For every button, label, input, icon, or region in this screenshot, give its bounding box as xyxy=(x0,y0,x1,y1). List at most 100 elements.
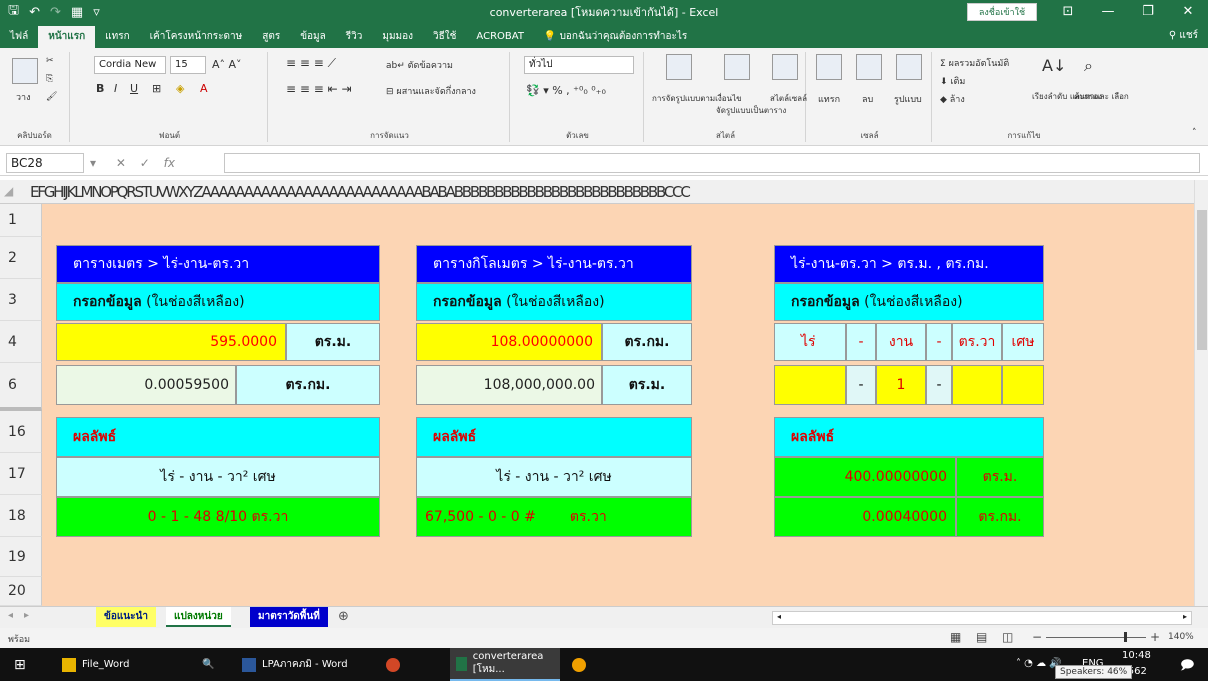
tab-formulas[interactable]: สูตร xyxy=(252,26,290,48)
font-name-select[interactable]: Cordia New xyxy=(94,56,166,74)
page-break-view-icon[interactable]: ◫ xyxy=(1002,630,1013,644)
format-painter-icon[interactable]: 🖌 xyxy=(46,92,57,102)
format-table-icon[interactable] xyxy=(724,54,750,80)
name-box[interactable]: BC28 xyxy=(6,153,84,173)
row-header[interactable]: 18 xyxy=(0,495,42,537)
insert-cells-icon[interactable] xyxy=(816,54,842,80)
borders-icon[interactable]: ⊞ xyxy=(152,82,161,95)
customize-toolbar-icon[interactable]: ▿ xyxy=(93,5,100,20)
start-button[interactable]: ⊞ xyxy=(8,648,32,681)
format-table-label[interactable]: จัดรูปแบบเป็นตาราง xyxy=(716,104,786,117)
align-horizontal-icons[interactable]: ≡ ≡ ≡ ⇤ ⇥ xyxy=(286,82,352,96)
tell-me-search[interactable]: 💡 บอกฉันว่าคุณต้องการทำอะไร xyxy=(534,26,697,48)
page-layout-view-icon[interactable]: ▤ xyxy=(976,630,987,644)
taskbar-file-word[interactable]: File_Word xyxy=(56,648,135,681)
tab-review[interactable]: รีวิว xyxy=(336,26,373,48)
row-header[interactable]: 17 xyxy=(0,453,42,495)
row-header[interactable]: 1 xyxy=(0,204,42,237)
dropdown-icon[interactable]: ▾ xyxy=(90,156,96,170)
row-header[interactable]: 6 xyxy=(0,363,42,411)
sheet-tab-convert[interactable]: แปลงหน่วย xyxy=(166,607,231,627)
row-header[interactable]: 4 xyxy=(0,321,42,363)
table3-input-sed[interactable] xyxy=(1002,365,1044,405)
merge-center-button[interactable]: ⊟ ผสานและจัดกึ่งกลาง xyxy=(386,84,476,98)
sort-filter-icon[interactable]: A↓ xyxy=(1042,56,1066,75)
tab-page-layout[interactable]: เค้าโครงหน้ากระดาษ xyxy=(140,26,253,48)
table2-km2-input[interactable]: 108.00000000 xyxy=(416,323,602,361)
table3-input-rai[interactable] xyxy=(774,365,846,405)
tab-help[interactable]: วิธีใช้ xyxy=(423,26,466,48)
sign-in-button[interactable]: ลงชื่อเข้าใช้ xyxy=(967,3,1037,21)
format-cells-icon[interactable] xyxy=(896,54,922,80)
row-header[interactable]: 20 xyxy=(0,577,42,606)
wrap-text-button[interactable]: ab↵ ตัดข้อความ xyxy=(386,58,453,72)
delete-cells-icon[interactable] xyxy=(856,54,882,80)
worksheet-grid[interactable]: ตารางเมตร > ไร่-งาน-ตร.วา กรอกข้อมูล (ใน… xyxy=(42,204,1194,606)
row-header[interactable]: 2 xyxy=(0,237,42,279)
tab-file[interactable]: ไฟล์ xyxy=(0,26,38,48)
zoom-slider[interactable] xyxy=(1046,637,1146,638)
vertical-scroll-thumb[interactable] xyxy=(1197,210,1207,350)
number-format-icons[interactable]: 💱 ▾ % , ⁺⁰₀ ⁰₊₀ xyxy=(526,84,606,97)
cut-icon[interactable]: ✂ xyxy=(46,56,54,66)
tab-acrobat[interactable]: ACROBAT xyxy=(466,26,534,48)
fill-button[interactable]: ⬇ เติม xyxy=(940,74,965,88)
taskbar-chrome[interactable] xyxy=(566,648,592,681)
tab-data[interactable]: ข้อมูล xyxy=(290,26,336,48)
enter-icon[interactable]: ✓ xyxy=(140,156,150,170)
row-header[interactable]: 19 xyxy=(0,537,42,577)
zoom-slider-thumb[interactable] xyxy=(1124,632,1127,642)
undo-icon[interactable]: ↶ xyxy=(29,5,40,20)
cell-styles-label[interactable]: สไตล์เซลล์ xyxy=(770,92,807,105)
table3-input-ngan[interactable]: 1 xyxy=(876,365,926,405)
zoom-out-icon[interactable]: − xyxy=(1032,630,1042,644)
tab-insert[interactable]: แทรก xyxy=(95,26,139,48)
scroll-tabs-left-icon[interactable]: ◂ xyxy=(8,610,13,621)
close-button[interactable]: ✕ xyxy=(1168,0,1208,24)
row-header[interactable]: 16 xyxy=(0,411,42,453)
zoom-level[interactable]: 140% xyxy=(1168,632,1194,642)
cancel-icon[interactable]: ✕ xyxy=(116,156,126,170)
font-size-select[interactable]: 15 xyxy=(170,56,206,74)
taskbar-word[interactable]: LPAภาคภมิ - Word xyxy=(236,648,354,681)
normal-view-icon[interactable]: ▦ xyxy=(950,630,961,644)
save-icon[interactable]: 🖫 xyxy=(8,1,19,23)
zoom-in-icon[interactable]: + xyxy=(1150,630,1160,644)
copy-icon[interactable]: ⎘ xyxy=(46,74,53,84)
table3-input-wa[interactable] xyxy=(952,365,1002,405)
restore-button[interactable]: ❐ xyxy=(1128,0,1168,24)
add-sheet-icon[interactable]: ⊕ xyxy=(338,609,349,624)
formula-input[interactable] xyxy=(224,153,1200,173)
cell-styles-icon[interactable] xyxy=(772,54,798,80)
share-button[interactable]: ⚲ แชร์ xyxy=(1169,28,1198,43)
vertical-scrollbar[interactable] xyxy=(1194,180,1208,606)
italic-button[interactable]: I xyxy=(114,82,117,95)
taskbar-excel[interactable]: converterarea [โหม... xyxy=(450,648,560,681)
collapse-ribbon-icon[interactable]: ˄ xyxy=(1192,128,1197,138)
redo-icon[interactable]: ↷ xyxy=(50,5,61,20)
find-icon[interactable]: ⌕ xyxy=(1084,56,1093,76)
horizontal-scrollbar[interactable]: ◂ ▸ xyxy=(772,611,1192,625)
autosum-button[interactable]: Σ ผลรวมอัตโนมัติ xyxy=(940,56,1009,70)
tab-view[interactable]: มุมมอง xyxy=(372,26,423,48)
taskbar-powerpoint[interactable] xyxy=(380,648,406,681)
table1-m2-input[interactable]: 595.0000 xyxy=(56,323,286,361)
insert-label[interactable]: แทรก xyxy=(818,92,840,106)
font-size-buttons[interactable]: A˄ A˅ xyxy=(212,58,242,71)
font-color-icon[interactable]: A xyxy=(200,82,208,95)
notification-icon[interactable]: 🗩 xyxy=(1180,656,1194,678)
bold-button[interactable]: B xyxy=(96,82,104,95)
underline-button[interactable]: U xyxy=(130,82,138,95)
find-select-label[interactable]: ค้นหาและ เลือก xyxy=(1074,90,1129,103)
scroll-left-icon[interactable]: ◂ xyxy=(773,612,785,624)
ribbon-display-options-icon[interactable]: ⊡ xyxy=(1048,0,1088,24)
format-label[interactable]: รูปแบบ xyxy=(894,92,922,106)
minimize-button[interactable]: — xyxy=(1088,0,1128,24)
insert-function-icon[interactable]: fx xyxy=(164,156,175,170)
select-all-icon[interactable]: ◢ xyxy=(4,184,13,198)
scroll-tabs-right-icon[interactable]: ▸ xyxy=(24,610,29,621)
clock-time[interactable]: 10:48 xyxy=(1122,650,1151,661)
number-format-select[interactable]: ทั่วไป xyxy=(524,56,634,74)
fill-color-icon[interactable]: ◈ xyxy=(176,82,184,95)
row-header[interactable]: 3 xyxy=(0,279,42,321)
